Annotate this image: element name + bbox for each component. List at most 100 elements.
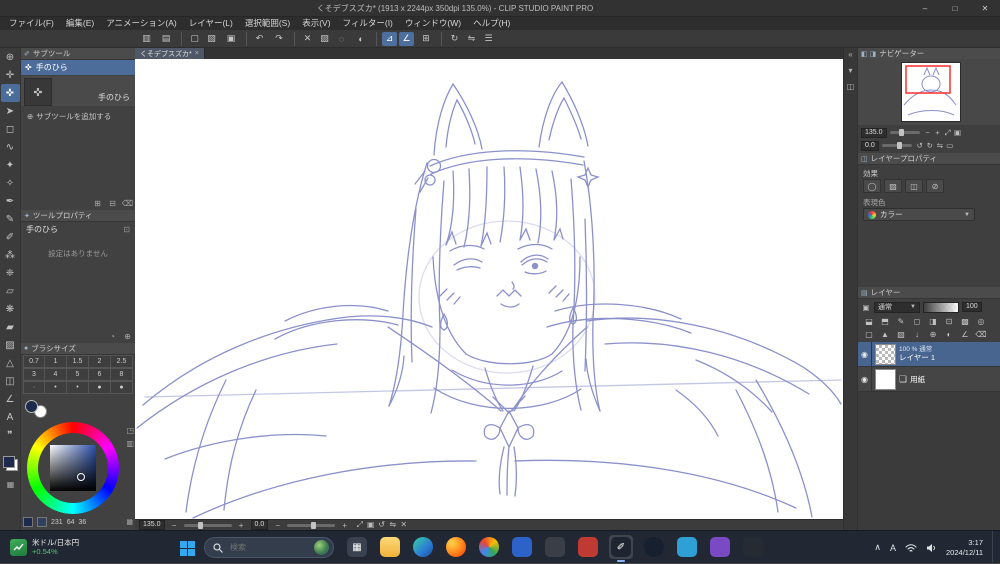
brush-size-preset-cell[interactable]: ● xyxy=(89,381,111,394)
rotate-left-icon[interactable]: ↺ xyxy=(915,141,925,150)
panel-menu-icon[interactable]: ▾ xyxy=(848,66,852,76)
ruler-tool[interactable]: ∠ xyxy=(1,390,20,408)
workspace-icon[interactable]: ▤ xyxy=(156,32,182,46)
new-vector-layer-icon[interactable]: ▲ xyxy=(878,330,892,339)
brush-size-cell[interactable]: 8 xyxy=(111,368,133,381)
current-color-chip[interactable] xyxy=(23,517,33,527)
flip-horizontal-icon[interactable]: ⇋ xyxy=(935,141,945,150)
menu-item[interactable]: フィルター(I) xyxy=(337,17,399,30)
snap-to-ruler-icon[interactable]: ⊿ xyxy=(382,32,397,46)
menu-item[interactable]: レイヤー(L) xyxy=(183,17,239,30)
text-tool[interactable]: A xyxy=(1,408,20,426)
visibility-eye-icon[interactable]: ◉ xyxy=(858,342,872,366)
zoom-tool[interactable]: ⊕ xyxy=(1,48,20,66)
menu-item[interactable]: ヘルプ(H) xyxy=(467,17,516,30)
lasso-tool[interactable]: ∿ xyxy=(1,138,20,156)
menu-item[interactable]: アニメーション(A) xyxy=(100,17,183,30)
paper-thumbnail[interactable] xyxy=(875,369,896,390)
zoom-in-icon[interactable]: + xyxy=(933,128,943,138)
add-subtool-row[interactable]: ⊕ サブツールを追加する xyxy=(21,110,135,123)
show-desktop-strip[interactable] xyxy=(992,531,996,564)
menu-item[interactable]: ファイル(F) xyxy=(3,17,60,30)
palette-dock-icon[interactable]: ▥ xyxy=(139,32,154,46)
color-slider-mode-icon[interactable]: ▥ xyxy=(126,439,134,448)
color-set-grid-icon[interactable]: ▦ xyxy=(126,518,133,526)
zoom-slider[interactable] xyxy=(184,524,232,527)
expression-color-dropdown[interactable]: カラー ▼ xyxy=(863,208,975,221)
lock-layer-icon[interactable]: ⊡ xyxy=(942,317,956,326)
brush-size-cell[interactable]: 6 xyxy=(89,368,111,381)
merge-down-icon[interactable]: ⬒ xyxy=(878,317,892,326)
pencil-tool[interactable]: ✎ xyxy=(1,210,20,228)
task-view[interactable]: ▦ xyxy=(345,535,369,559)
navigator-preview-area[interactable] xyxy=(858,59,1000,125)
fit-icon[interactable]: ⤢ xyxy=(943,128,953,138)
color-marker[interactable] xyxy=(77,473,85,481)
main-color-swatch[interactable] xyxy=(25,400,38,413)
lock-icon[interactable]: ⊡ xyxy=(123,225,130,234)
operation-tool[interactable]: ➤ xyxy=(1,102,20,120)
zoom-out-icon[interactable]: − xyxy=(169,521,180,530)
lock-alpha-icon[interactable]: ▩ xyxy=(958,317,972,326)
zoom-value[interactable]: 135.0 xyxy=(139,520,165,530)
subtool-panel-header[interactable]: ✐ サブツール xyxy=(21,48,141,60)
canvas[interactable] xyxy=(135,59,843,519)
brush-size-preset-cell[interactable]: · xyxy=(23,381,45,394)
redo-icon[interactable]: ↷ xyxy=(269,32,295,46)
border-effect-icon[interactable]: ◯ xyxy=(863,179,881,193)
decoration-tool[interactable]: ❈ xyxy=(1,264,20,282)
chrome[interactable] xyxy=(477,535,501,559)
undo-icon[interactable]: ↶ xyxy=(252,32,267,46)
opacity-value[interactable]: 100 xyxy=(962,302,982,312)
transparent-color-icon[interactable]: ▦ xyxy=(0,478,21,491)
detail-icon[interactable]: ⊕ xyxy=(122,331,133,342)
auto-select-tool[interactable]: ✦ xyxy=(1,156,20,174)
taskbar-clock[interactable]: 3:17 2024/12/11 xyxy=(946,538,983,558)
tone-effect-icon[interactable]: ▨ xyxy=(884,179,902,193)
game-launcher[interactable] xyxy=(576,535,600,559)
menu-item[interactable]: 選択範囲(S) xyxy=(239,17,296,30)
reference-layer-icon[interactable]: ◎ xyxy=(974,317,988,326)
layer-property-panel-header[interactable]: ◫ レイヤープロパティ xyxy=(858,153,1000,165)
ime-mode-indicator[interactable]: A xyxy=(890,543,896,553)
rotation-slider[interactable] xyxy=(287,524,335,527)
balloon-tool[interactable]: ❞ xyxy=(1,426,20,444)
fill-tool[interactable]: ▰ xyxy=(1,318,20,336)
taskbar-search[interactable] xyxy=(204,537,334,558)
brush-size-cell[interactable]: 3 xyxy=(23,368,45,381)
saturation-value-square[interactable] xyxy=(50,445,96,491)
edge[interactable] xyxy=(411,535,435,559)
gradient-tool[interactable]: ▨ xyxy=(1,336,20,354)
brush-size-cell[interactable]: 1.5 xyxy=(67,355,89,368)
brush-size-preset-cell[interactable]: • xyxy=(67,381,89,394)
layer-row-paper[interactable]: ◉ ❏ 用紙 xyxy=(858,367,1000,392)
navigator-thumbnail[interactable] xyxy=(901,62,961,122)
delete-layer-icon[interactable]: ⌫ xyxy=(974,330,988,339)
rotate-right-icon[interactable]: ↻ xyxy=(925,141,935,150)
brush-size-preset-cell[interactable]: ● xyxy=(111,381,133,394)
draft-layer-icon[interactable]: ✎ xyxy=(894,317,908,326)
actual-size-icon[interactable]: ▣ xyxy=(365,520,376,530)
brush-size-cell[interactable]: 1 xyxy=(45,355,67,368)
hand-tool[interactable]: ✜ xyxy=(1,84,20,102)
minimize-button[interactable]: – xyxy=(910,0,940,16)
combine-icon[interactable]: ⊕ xyxy=(926,330,940,339)
rotate-reset-icon[interactable]: ↺ xyxy=(376,520,387,530)
pen-tool[interactable]: ✒ xyxy=(1,192,20,210)
open-file-icon[interactable]: ▧ xyxy=(204,32,219,46)
flip-view-icon[interactable]: ⇋ xyxy=(464,32,479,46)
firefox[interactable] xyxy=(444,535,468,559)
panel-dock-icon[interactable]: ◫ xyxy=(847,82,855,92)
volume-icon[interactable] xyxy=(926,543,937,553)
material-palette-icon[interactable]: ☰ xyxy=(481,32,496,46)
menu-item[interactable]: 表示(V) xyxy=(296,17,336,30)
search-input[interactable] xyxy=(228,542,309,553)
paint-app[interactable] xyxy=(675,535,699,559)
new-raster-layer-icon[interactable]: ▢ xyxy=(862,330,876,339)
clip-at-layer-icon[interactable]: ◨ xyxy=(926,317,940,326)
subtool-item-selected[interactable]: ✜ 手のひら xyxy=(21,60,135,75)
close-button[interactable]: ✕ xyxy=(970,0,1000,16)
brush-size-cell[interactable]: 2 xyxy=(89,355,111,368)
blend-mode-dropdown[interactable]: 通常 ▼ xyxy=(874,302,920,313)
tab-close-icon[interactable]: × xyxy=(195,50,199,57)
